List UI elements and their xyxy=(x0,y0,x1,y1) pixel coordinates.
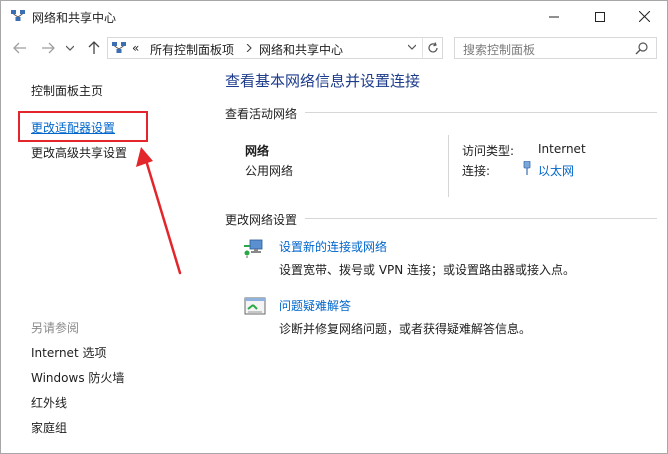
network-name: 网络 xyxy=(245,144,270,158)
control-panel-icon xyxy=(112,42,126,53)
window: 网络和共享中心 « 所有控制面板项 网络和共享中心 搜索控制面板 控制面板主页 … xyxy=(0,0,668,454)
connections-label: 连接: xyxy=(462,164,491,178)
refresh-button[interactable] xyxy=(422,38,442,58)
control-panel-home-link[interactable]: 控制面板主页 xyxy=(31,82,103,99)
breadcrumb-all-items[interactable]: 所有控制面板项 xyxy=(150,41,234,58)
address-dropdown-button[interactable] xyxy=(404,40,420,56)
breadcrumb-separator-icon[interactable] xyxy=(246,44,252,52)
section-divider xyxy=(305,112,657,113)
network-center-icon xyxy=(11,10,25,21)
troubleshoot-problems-description: 诊断并修复网络问题，或者获得疑难解答信息。 xyxy=(279,322,532,336)
search-icon[interactable] xyxy=(635,41,649,55)
access-type-value: Internet xyxy=(538,142,586,156)
troubleshoot-icon xyxy=(244,297,266,315)
back-button[interactable] xyxy=(11,39,29,57)
minimize-icon xyxy=(549,16,559,17)
recent-locations-button[interactable] xyxy=(61,39,79,57)
arrow-right-icon xyxy=(42,42,55,54)
chevron-down-icon xyxy=(66,45,74,51)
section-divider xyxy=(305,218,657,219)
close-button[interactable] xyxy=(621,1,667,32)
change-settings-heading: 更改网络设置 xyxy=(225,213,298,227)
address-bar[interactable]: « 所有控制面板项 网络和共享中心 xyxy=(107,37,443,59)
maximize-icon xyxy=(595,11,605,22)
up-button[interactable] xyxy=(85,39,103,57)
see-also-heading: 另请参阅 xyxy=(31,321,80,335)
arrow-up-icon xyxy=(88,41,100,54)
annotation-arrow xyxy=(136,147,182,275)
access-type-label: 访问类型: xyxy=(462,144,515,158)
refresh-icon xyxy=(427,42,438,53)
navigation-bar: « 所有控制面板项 网络和共享中心 搜索控制面板 xyxy=(1,32,667,64)
arrow-left-icon xyxy=(13,42,26,54)
breadcrumb-overflow[interactable]: « xyxy=(132,41,139,55)
minimize-button[interactable] xyxy=(531,1,577,32)
network-setup-icon xyxy=(244,239,263,258)
active-networks-heading: 查看活动网络 xyxy=(225,107,298,121)
change-advanced-sharing-link[interactable]: 更改高级共享设置 xyxy=(31,144,127,161)
windows-firewall-link[interactable]: Windows 防火墙 xyxy=(31,369,124,386)
ethernet-icon xyxy=(523,161,531,175)
search-placeholder: 搜索控制面板 xyxy=(463,43,536,57)
close-icon xyxy=(638,11,650,22)
homegroup-link[interactable]: 家庭组 xyxy=(31,419,67,436)
network-divider xyxy=(448,135,449,197)
troubleshoot-problems-link[interactable]: 问题疑难解答 xyxy=(279,297,351,314)
maximize-button[interactable] xyxy=(577,1,623,32)
breadcrumb-network-center[interactable]: 网络和共享中心 xyxy=(259,41,343,58)
network-type: 公用网络 xyxy=(245,164,294,178)
forward-button[interactable] xyxy=(39,39,57,57)
internet-options-link[interactable]: Internet 选项 xyxy=(31,344,106,361)
title-bar: 网络和共享中心 xyxy=(1,1,667,32)
ethernet-connection-link[interactable]: 以太网 xyxy=(538,162,574,179)
page-title: 查看基本网络信息并设置连接 xyxy=(225,72,421,90)
search-input[interactable]: 搜索控制面板 xyxy=(454,37,657,59)
setup-new-connection-link[interactable]: 设置新的连接或网络 xyxy=(279,238,387,255)
infrared-link[interactable]: 红外线 xyxy=(31,394,67,411)
annotation-highlight-box xyxy=(18,111,148,142)
chevron-down-icon xyxy=(407,44,417,50)
window-title: 网络和共享中心 xyxy=(32,11,117,25)
setup-new-connection-description: 设置宽带、拨号或 VPN 连接；或设置路由器或接入点。 xyxy=(279,263,576,277)
